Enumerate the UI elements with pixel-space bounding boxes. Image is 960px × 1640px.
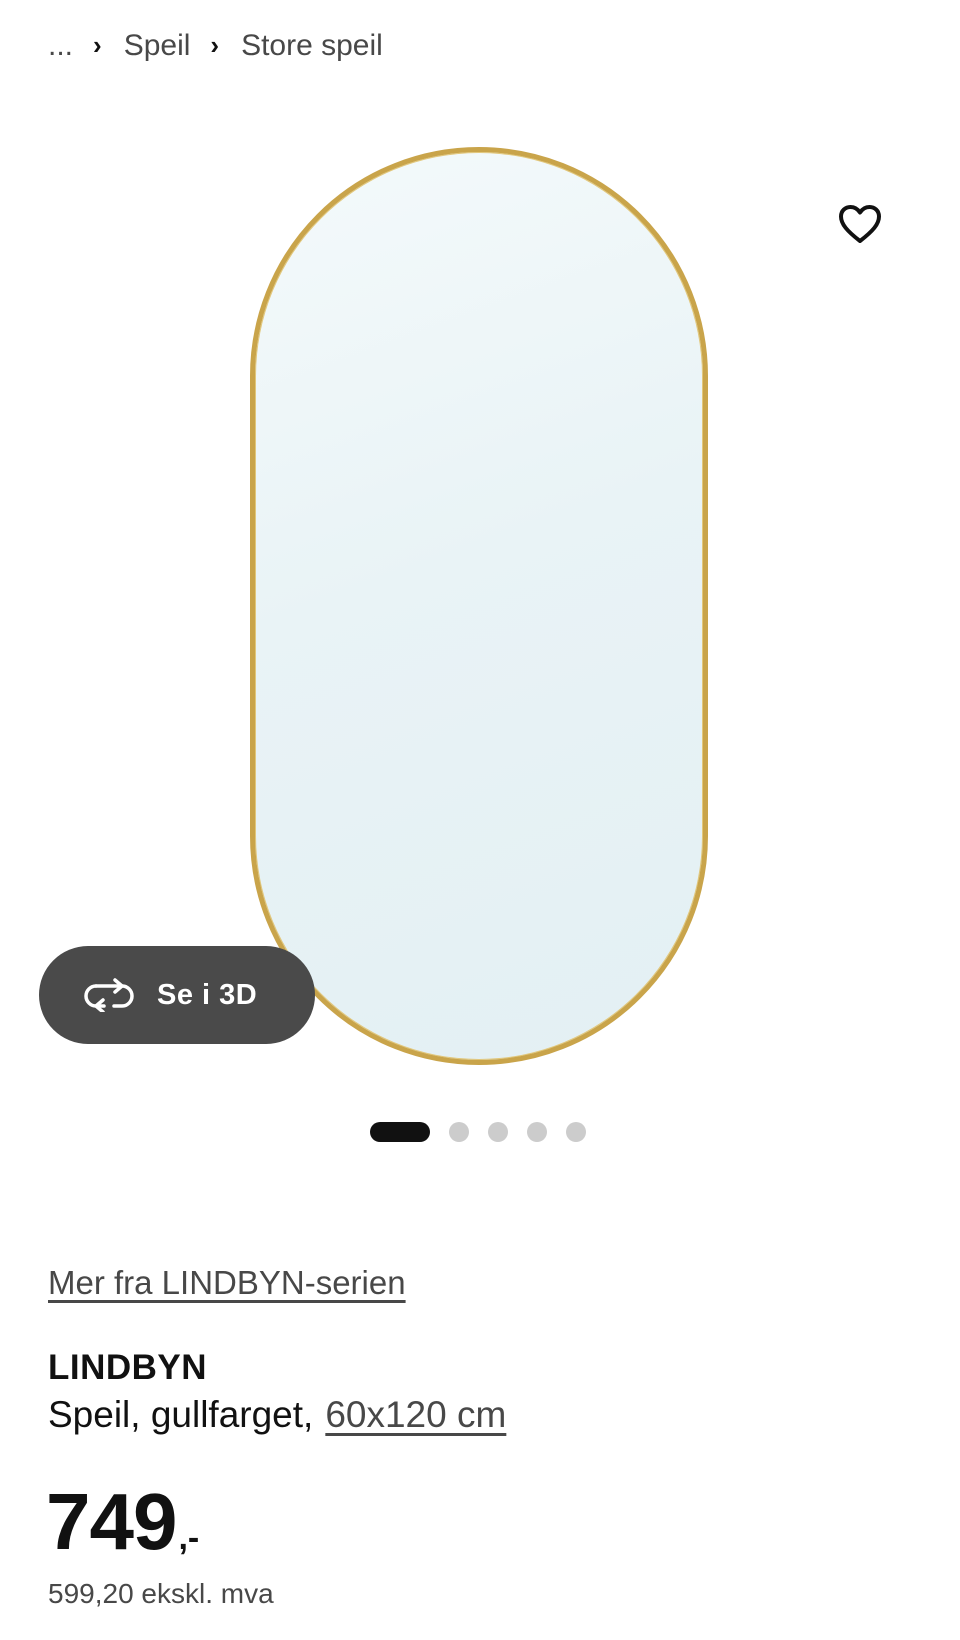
- product-name: LINDBYN: [48, 1348, 208, 1387]
- product-description-text: Speil, gullfarget,: [48, 1394, 314, 1435]
- gallery-pagination: [370, 1121, 605, 1143]
- product-page: ... › Speil › Store speil Se i 3D Mer fr…: [0, 0, 960, 1640]
- view-in-3d-label: Se i 3D: [157, 978, 258, 1011]
- series-link[interactable]: Mer fra LINDBYN-serien: [48, 1264, 406, 1302]
- pagination-dot-active[interactable]: [370, 1122, 430, 1142]
- product-description: Speil, gullfarget, 60x120 cm: [48, 1394, 506, 1436]
- chevron-right-icon: ›: [210, 29, 220, 60]
- price-suffix: ,-: [178, 1519, 200, 1557]
- product-image[interactable]: [250, 147, 708, 1065]
- pagination-dot[interactable]: [527, 1122, 547, 1142]
- price-amount: 749: [46, 1477, 177, 1566]
- breadcrumb: ... › Speil › Store speil: [48, 22, 383, 70]
- chevron-right-icon: ›: [93, 29, 102, 60]
- view-in-3d-button[interactable]: Se i 3D: [39, 946, 315, 1044]
- pagination-dot[interactable]: [488, 1122, 508, 1142]
- pagination-dot[interactable]: [449, 1122, 469, 1142]
- breadcrumb-item-store-speil[interactable]: Store speil: [241, 29, 383, 63]
- product-size-link[interactable]: 60x120 cm: [325, 1394, 506, 1436]
- breadcrumb-item-speil[interactable]: Speil: [124, 29, 191, 63]
- favorite-button[interactable]: [834, 198, 886, 250]
- rotate-3d-icon: [83, 977, 135, 1013]
- price-ex-vat: 599,20 ekskl. mva: [48, 1578, 274, 1609]
- heart-outline-icon: [839, 205, 881, 243]
- product-image-gallery[interactable]: Se i 3D: [0, 100, 960, 1090]
- pagination-dot[interactable]: [566, 1122, 586, 1142]
- breadcrumb-ellipsis[interactable]: ...: [48, 29, 73, 63]
- product-price: 749 ,-: [46, 1476, 199, 1568]
